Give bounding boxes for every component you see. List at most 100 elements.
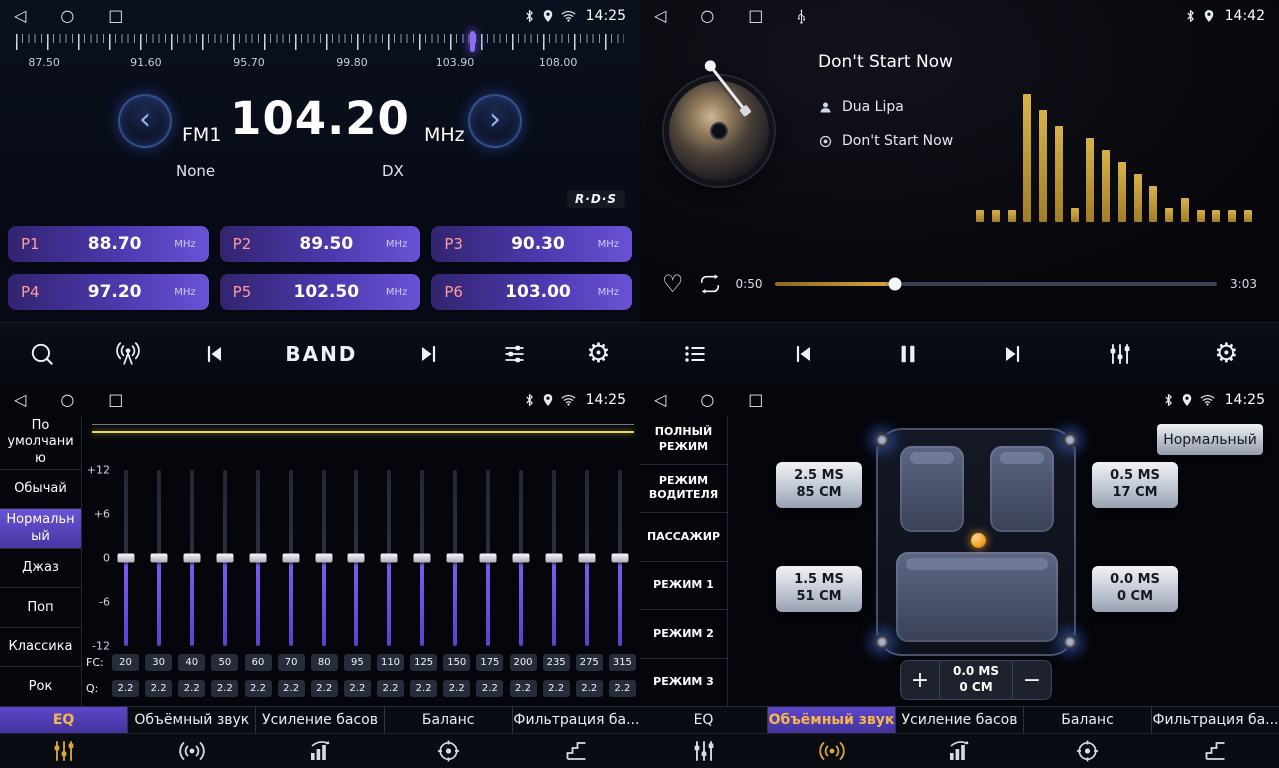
- fc-value[interactable]: 235: [543, 654, 570, 671]
- frequency-pointer[interactable]: [470, 31, 475, 52]
- mode-item[interactable]: РЕЖИМ 2: [640, 610, 727, 659]
- eq-band-slider[interactable]: [507, 470, 535, 646]
- bass-tab-icon-cell[interactable]: [896, 734, 1024, 768]
- fc-value[interactable]: 175: [476, 654, 503, 671]
- eq-band-slider[interactable]: [606, 470, 634, 646]
- q-value[interactable]: 2.2: [609, 680, 636, 697]
- slider-handle[interactable]: [447, 554, 464, 563]
- seek-knob[interactable]: [888, 278, 901, 291]
- slider-handle[interactable]: [282, 554, 299, 563]
- q-value[interactable]: 2.2: [443, 680, 470, 697]
- home-icon[interactable]: ○: [60, 8, 74, 24]
- car-map[interactable]: [876, 428, 1076, 656]
- fc-value[interactable]: 95: [344, 654, 371, 671]
- eq-band-slider[interactable]: [474, 470, 502, 646]
- eq-band-slider[interactable]: [375, 470, 403, 646]
- tab-filter[interactable]: Фильтрация ба...: [513, 707, 640, 733]
- q-value[interactable]: 2.2: [543, 680, 570, 697]
- back-icon[interactable]: ◁: [654, 392, 666, 408]
- playlist-button[interactable]: [681, 342, 709, 366]
- tab-surround[interactable]: Объёмный звук: [128, 707, 256, 733]
- back-icon[interactable]: ◁: [14, 392, 26, 408]
- home-icon[interactable]: ○: [700, 392, 714, 408]
- favorite-button[interactable]: ♡: [662, 272, 684, 296]
- eq-band-slider[interactable]: [310, 470, 338, 646]
- slider-handle[interactable]: [249, 554, 266, 563]
- slider-handle[interactable]: [480, 554, 497, 563]
- fc-value[interactable]: 315: [609, 654, 636, 671]
- tab-bass-boost[interactable]: Усиление басов: [256, 707, 384, 733]
- tune-button[interactable]: [501, 342, 528, 366]
- q-value[interactable]: 2.2: [112, 680, 139, 697]
- preset-button[interactable]: P3 90.30 MHz: [431, 226, 632, 262]
- eq-preset-item[interactable]: Рок: [0, 667, 81, 706]
- home-icon[interactable]: ○: [700, 8, 714, 24]
- eq-tab-icon-cell[interactable]: [0, 734, 128, 768]
- mode-item[interactable]: РЕЖИМ ВОДИТЕЛЯ: [640, 465, 727, 514]
- mode-item[interactable]: ПОЛНЫЙ РЕЖИМ: [640, 416, 727, 465]
- settings-button[interactable]: ⚙: [586, 340, 610, 367]
- tab-eq[interactable]: EQ: [640, 707, 768, 733]
- delay-rear-left-button[interactable]: 1.5 MS 51 CM: [776, 566, 862, 612]
- recents-icon[interactable]: □: [748, 8, 763, 24]
- fc-value[interactable]: 200: [510, 654, 537, 671]
- scan-button[interactable]: [29, 341, 55, 367]
- preset-button[interactable]: P2 89.50 MHz: [220, 226, 421, 262]
- tab-surround[interactable]: Объёмный звук: [768, 707, 896, 733]
- slider-handle[interactable]: [183, 554, 200, 563]
- tab-balance[interactable]: Баланс: [385, 707, 513, 733]
- slider-handle[interactable]: [611, 554, 628, 563]
- tab-eq[interactable]: EQ: [0, 707, 128, 733]
- preset-normal-button[interactable]: Нормальный: [1157, 424, 1263, 455]
- fc-value[interactable]: 275: [576, 654, 603, 671]
- previous-station-button[interactable]: [201, 342, 227, 366]
- slider-handle[interactable]: [315, 554, 332, 563]
- settings-button[interactable]: ⚙: [1214, 340, 1238, 367]
- preset-button[interactable]: P6 103.00 MHz: [431, 274, 632, 310]
- eq-band-slider[interactable]: [211, 470, 239, 646]
- eq-band-slider[interactable]: [145, 470, 173, 646]
- slider-handle[interactable]: [216, 554, 233, 563]
- fc-value[interactable]: 80: [311, 654, 338, 671]
- listening-position-marker[interactable]: [971, 533, 986, 548]
- tab-balance[interactable]: Баланс: [1024, 707, 1152, 733]
- seek-up-button[interactable]: ›: [468, 94, 522, 148]
- preset-button[interactable]: P1 88.70 MHz: [8, 226, 209, 262]
- fc-value[interactable]: 30: [145, 654, 172, 671]
- mode-item[interactable]: ПАССАЖИР: [640, 513, 727, 562]
- band-button[interactable]: BAND: [285, 342, 357, 366]
- slider-handle[interactable]: [118, 554, 135, 563]
- home-icon[interactable]: ○: [60, 392, 74, 408]
- eq-band-slider[interactable]: [244, 470, 272, 646]
- q-value[interactable]: 2.2: [278, 680, 305, 697]
- eq-preset-item[interactable]: Джаз: [0, 549, 81, 589]
- fc-value[interactable]: 70: [278, 654, 305, 671]
- increase-delay-button[interactable]: +: [901, 661, 939, 699]
- q-value[interactable]: 2.2: [510, 680, 537, 697]
- fc-value[interactable]: 40: [178, 654, 205, 671]
- pause-button[interactable]: [897, 341, 919, 367]
- fc-value[interactable]: 20: [112, 654, 139, 671]
- tab-bass-boost[interactable]: Усиление басов: [896, 707, 1024, 733]
- back-icon[interactable]: ◁: [654, 8, 666, 24]
- eq-band-slider[interactable]: [441, 470, 469, 646]
- slider-handle[interactable]: [578, 554, 595, 563]
- frequency-scale[interactable]: [16, 34, 624, 50]
- eq-band-slider[interactable]: [342, 470, 370, 646]
- previous-track-button[interactable]: [790, 342, 816, 366]
- next-station-button[interactable]: [416, 342, 442, 366]
- filter-tab-icon-cell[interactable]: [512, 734, 640, 768]
- q-value[interactable]: 2.2: [145, 680, 172, 697]
- eq-preset-item[interactable]: Классика: [0, 628, 81, 668]
- eq-preset-item[interactable]: Поп: [0, 588, 81, 628]
- eq-preset-item[interactable]: Нормальный: [0, 509, 81, 549]
- slider-handle[interactable]: [348, 554, 365, 563]
- fc-value[interactable]: 125: [410, 654, 437, 671]
- q-value[interactable]: 2.2: [476, 680, 503, 697]
- filter-tab-icon-cell[interactable]: [1151, 734, 1279, 768]
- eq-preset-item[interactable]: Обычай: [0, 470, 81, 510]
- slider-handle[interactable]: [513, 554, 530, 563]
- preset-button[interactable]: P4 97.20 MHz: [8, 274, 209, 310]
- fc-value[interactable]: 150: [443, 654, 470, 671]
- balance-tab-icon-cell[interactable]: [384, 734, 512, 768]
